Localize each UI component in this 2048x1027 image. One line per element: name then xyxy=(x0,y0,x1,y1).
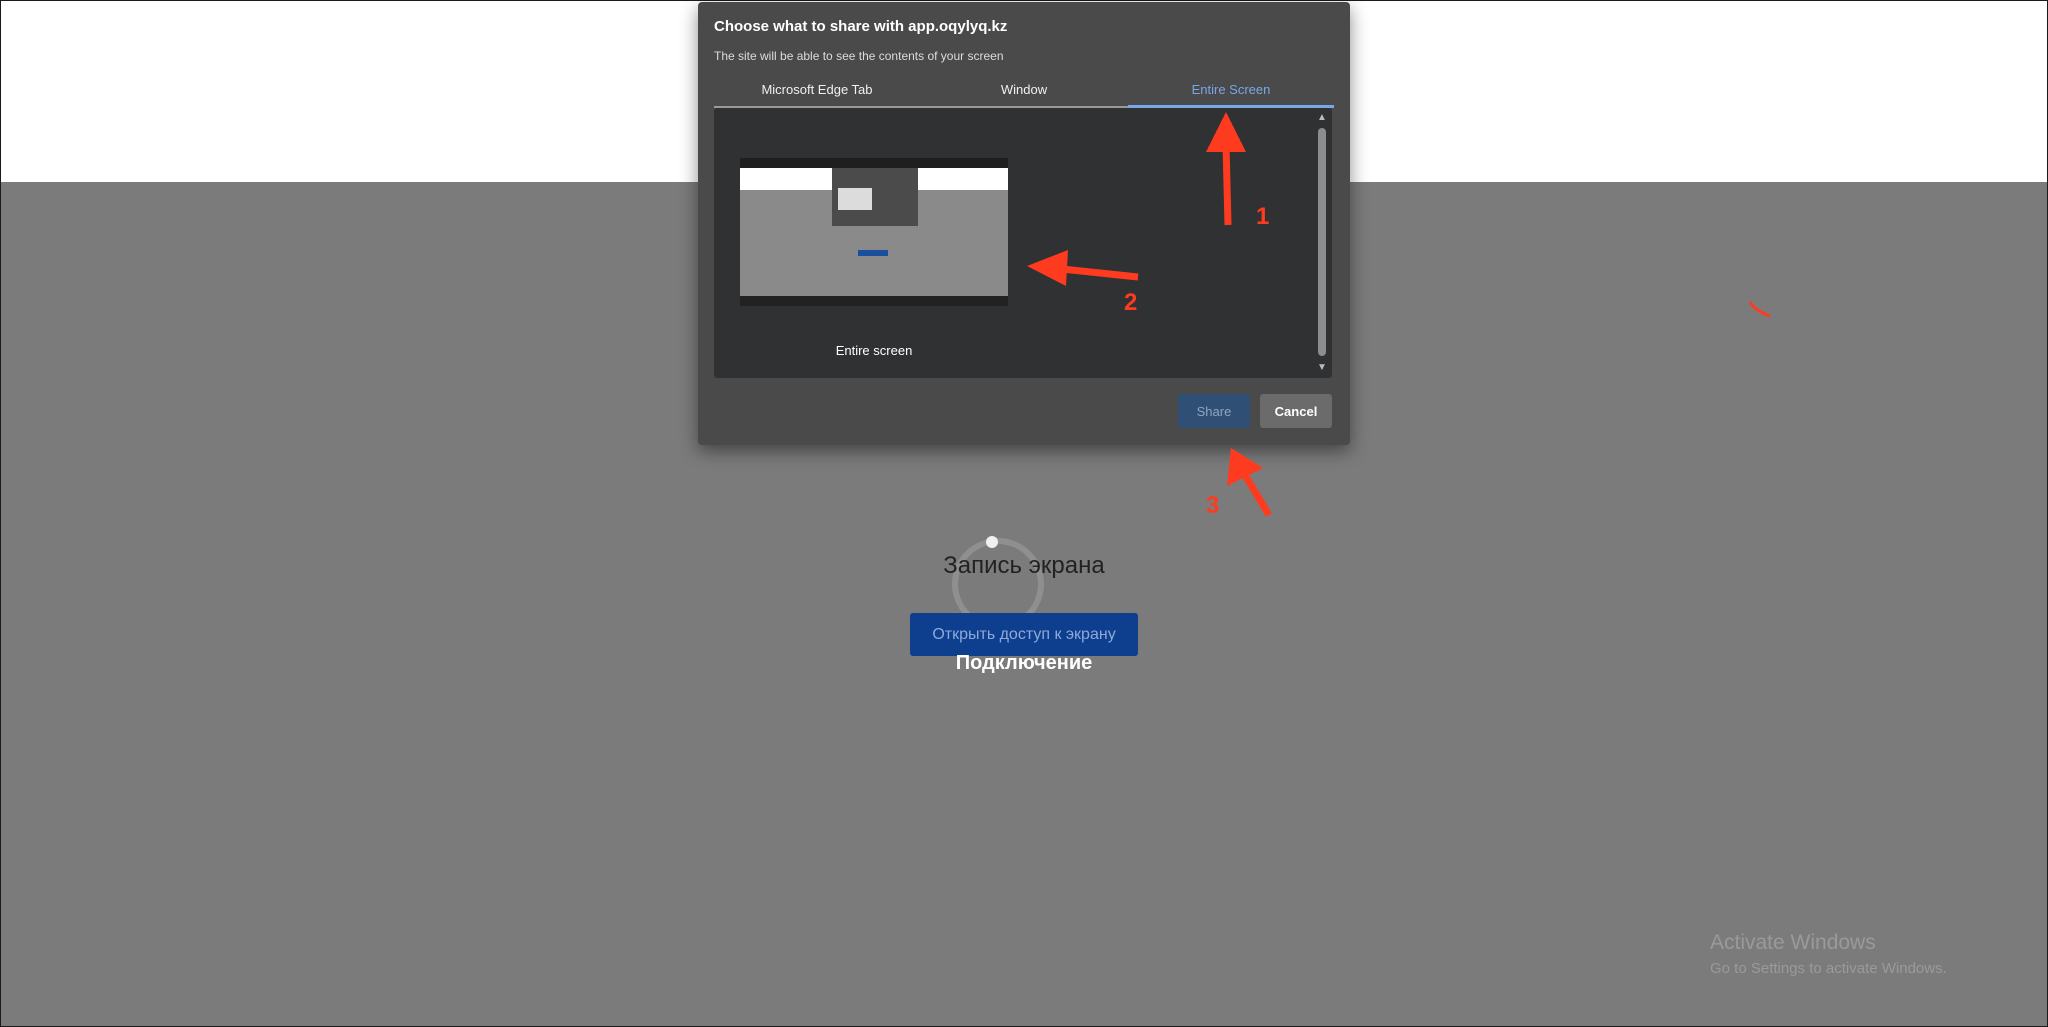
thumbnail-dialog-preview xyxy=(838,188,872,210)
source-list-scrollbar[interactable]: ▲ ▼ xyxy=(1316,112,1328,374)
connecting-status: Подключение xyxy=(955,652,1093,674)
annotation-number-1: 1 xyxy=(1256,203,1270,230)
share-button[interactable]: Share xyxy=(1178,394,1250,428)
activate-windows-subtitle: Go to Settings to activate Windows. xyxy=(1710,960,1947,977)
thumbnail-button xyxy=(858,250,888,256)
source-list-panel: Entire screen ▲ ▼ xyxy=(714,108,1332,378)
dialog-subtitle: The site will be able to see the content… xyxy=(714,49,1004,63)
annotation-number-2: 2 xyxy=(1124,289,1138,316)
annotation-number-3: 3 xyxy=(1206,492,1220,519)
tab-window[interactable]: Window xyxy=(921,76,1127,106)
activate-windows-title: Activate Windows xyxy=(1710,931,1876,954)
entire-screen-label: Entire screen xyxy=(835,343,913,358)
open-screen-access-button[interactable]: Открыть доступ к экрану xyxy=(910,613,1138,656)
spinner-dot xyxy=(986,536,998,548)
thumbnail-taskbar xyxy=(740,296,1008,306)
entire-screen-thumbnail[interactable] xyxy=(740,158,1008,306)
share-source-tabs: Microsoft Edge Tab Window Entire Screen xyxy=(714,76,1334,108)
dialog-title: Choose what to share with app.oqylyq.kz xyxy=(714,18,1008,35)
thumbnail-dialog xyxy=(832,168,918,226)
scroll-up-icon[interactable]: ▲ xyxy=(1316,112,1328,124)
page-title: Запись экрана xyxy=(943,552,1105,579)
scrollbar-thumb[interactable] xyxy=(1318,128,1326,356)
share-screen-dialog: Choose what to share with app.oqylyq.kz … xyxy=(698,2,1350,445)
tab-microsoft-edge-tab[interactable]: Microsoft Edge Tab xyxy=(714,76,920,106)
tab-entire-screen[interactable]: Entire Screen xyxy=(1128,76,1334,108)
cancel-button[interactable]: Cancel xyxy=(1260,394,1332,428)
scroll-down-icon[interactable]: ▼ xyxy=(1316,362,1328,374)
